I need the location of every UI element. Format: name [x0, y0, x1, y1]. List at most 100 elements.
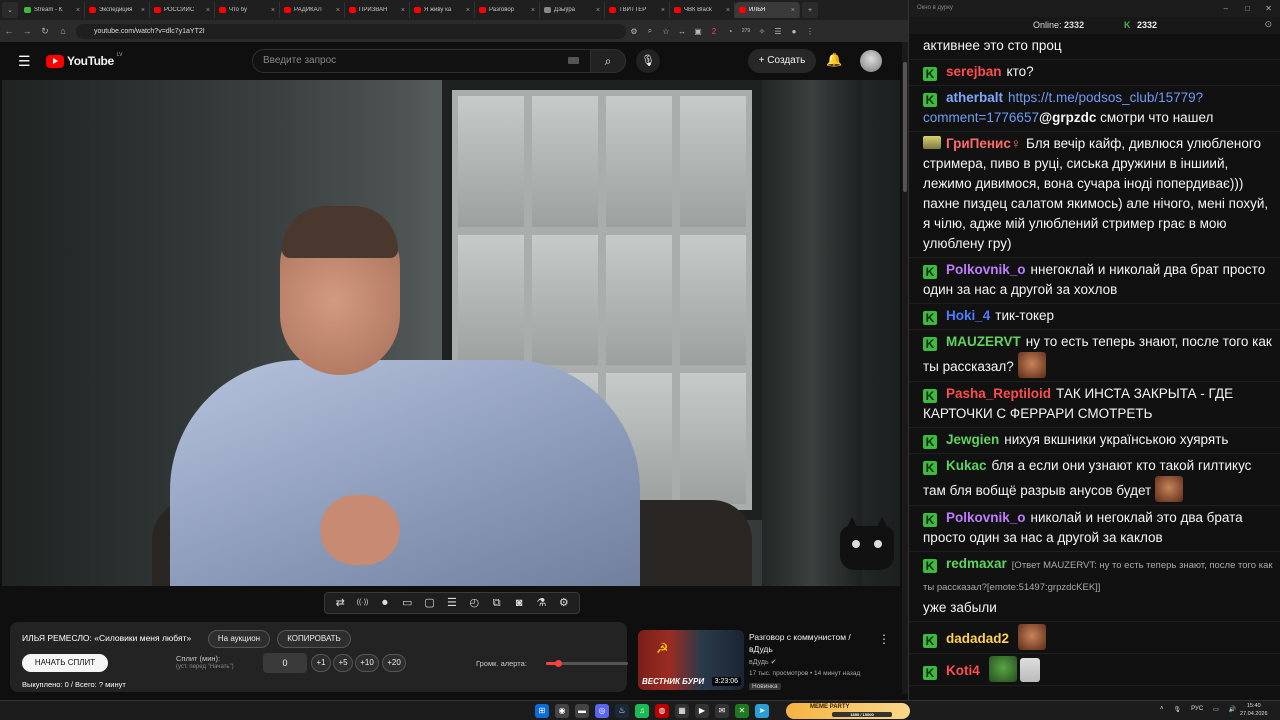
browser-tab[interactable]: ТВИТТЕР ×: [605, 2, 670, 18]
menu-dots-icon[interactable]: ⋮: [802, 27, 818, 36]
chat-username[interactable]: MAUZERVT: [946, 334, 1021, 349]
discord-icon[interactable]: ◎: [595, 704, 609, 718]
steam-icon[interactable]: ♨: [615, 704, 629, 718]
zoom-icon[interactable]: ⌕: [642, 26, 658, 36]
chat-username[interactable]: Polkovnik_o: [946, 510, 1026, 525]
mic-tray-icon[interactable]: 🎙: [1174, 706, 1182, 713]
clip-icon[interactable]: ▭: [400, 597, 415, 609]
tab-close-icon[interactable]: ×: [531, 7, 535, 14]
browser-tab[interactable]: Stream - K ×: [20, 2, 85, 18]
chat-username[interactable]: Hoki_4: [946, 308, 990, 323]
puzzle-icon[interactable]: ✧: [754, 27, 770, 36]
search-input[interactable]: Введите запрос: [252, 49, 592, 73]
telegram-icon[interactable]: ➤: [755, 704, 769, 718]
browser-tab[interactable]: Разговор ×: [475, 2, 540, 18]
sidebar-icon[interactable]: ☰: [770, 27, 786, 36]
chat-username[interactable]: dadadad2: [946, 631, 1009, 646]
new-tab-button[interactable]: +: [802, 2, 818, 18]
browser-tab[interactable]: РОССИЙС ×: [150, 2, 215, 18]
volume-icon[interactable]: 🔊: [1229, 706, 1236, 713]
channel-name[interactable]: вДудь ✔: [749, 658, 776, 666]
close-icon[interactable]: ✕: [1265, 0, 1272, 17]
tab-close-icon[interactable]: ×: [206, 7, 210, 14]
add-1-button[interactable]: +1: [311, 654, 331, 672]
browser-tab[interactable]: Экспедиция ×: [85, 2, 150, 18]
tab-close-icon[interactable]: ×: [76, 7, 80, 14]
auction-button[interactable]: На аукцион: [208, 630, 270, 648]
start-split-button[interactable]: НАЧАТЬ СПЛИТ: [22, 654, 108, 672]
broadcast-icon[interactable]: ((·)): [355, 597, 370, 609]
browser-tab[interactable]: Дзыўра ×: [540, 2, 605, 18]
back-icon[interactable]: ←: [0, 26, 18, 36]
start-icon[interactable]: ⊞: [535, 704, 549, 718]
chat-username[interactable]: atherbalt: [946, 90, 1003, 105]
network-icon[interactable]: ▭: [1213, 706, 1219, 713]
browser-tab[interactable]: ЧВК Black ×: [670, 2, 735, 18]
chat-username[interactable]: Polkovnik_o: [946, 262, 1026, 277]
tab-close-icon[interactable]: ×: [271, 7, 275, 14]
browser-tab[interactable]: ПРИЗВАН ×: [345, 2, 410, 18]
alert-volume-slider[interactable]: [546, 660, 628, 667]
tab-close-icon[interactable]: ×: [466, 7, 470, 14]
search-button[interactable]: ⌕: [590, 49, 626, 73]
chrome-icon[interactable]: ◉: [555, 704, 569, 718]
loop-icon[interactable]: ⇄: [333, 597, 348, 609]
tab-close-icon[interactable]: ×: [791, 7, 795, 14]
url-field[interactable]: youtube.com/watch?v=dlc7y1aYT2I: [76, 23, 626, 39]
recommended-title[interactable]: Разговор с коммунистом / вДудь: [749, 631, 873, 655]
reload-icon[interactable]: ↻: [36, 26, 54, 37]
pip-icon[interactable]: ⧉: [489, 597, 504, 609]
chat-username[interactable]: serejban: [946, 64, 1002, 79]
notifications-bell-icon[interactable]: 🔔: [826, 52, 842, 68]
screenshot-icon[interactable]: ◙: [512, 597, 527, 609]
avatar[interactable]: [860, 50, 882, 72]
extension-arrow-icon[interactable]: ↔: [674, 27, 690, 36]
browser-tab[interactable]: Что бу ×: [215, 2, 280, 18]
mail-icon[interactable]: ✉: [715, 704, 729, 718]
tab-close-icon[interactable]: ×: [661, 7, 665, 14]
bookmark-star-icon[interactable]: ☆: [658, 27, 674, 36]
tab-menu-button[interactable]: ⌄: [2, 2, 18, 18]
split-minutes-input[interactable]: 0: [263, 653, 307, 673]
chat-username[interactable]: Jewgien: [946, 432, 999, 447]
video-player[interactable]: [2, 80, 900, 586]
slider-knob[interactable]: [555, 660, 563, 667]
flask-icon[interactable]: ⚗: [534, 597, 549, 609]
add-10-button[interactable]: +10: [355, 654, 379, 672]
maximize-icon[interactable]: □: [1245, 0, 1250, 17]
subtitles-icon[interactable]: ☰: [444, 597, 459, 609]
chat-username[interactable]: Kukac: [946, 458, 987, 473]
extension-pie-icon[interactable]: ◔: [722, 27, 738, 36]
tab-close-icon[interactable]: ×: [596, 7, 600, 14]
xbox-icon[interactable]: ✕: [735, 704, 749, 718]
youtube-logo[interactable]: YouTube LV: [46, 52, 123, 68]
tab-close-icon[interactable]: ×: [336, 7, 340, 14]
chat-username[interactable]: ГриПенис♀: [946, 136, 1021, 151]
chat-username[interactable]: Pasha_Reptiloid: [946, 386, 1051, 401]
tray-chevron-icon[interactable]: ˄: [1160, 706, 1164, 713]
player-icon[interactable]: ▶: [695, 704, 709, 718]
screen-record-icon[interactable]: ⏺: [377, 597, 392, 609]
hamburger-menu-icon[interactable]: ☰: [18, 53, 32, 70]
voice-search-button[interactable]: 🎙: [636, 49, 660, 73]
tab-close-icon[interactable]: ×: [726, 7, 730, 14]
home-icon[interactable]: ⌂: [54, 26, 72, 36]
extension-icon[interactable]: ▣: [690, 27, 706, 36]
recommended-thumbnail[interactable]: ☭ ВЕСТНИК БУРИ 3:23:06: [638, 630, 744, 690]
meme-party-widget[interactable]: MEME PARTY 1850 / 15000: [786, 703, 910, 719]
obs-icon[interactable]: ◍: [655, 704, 669, 718]
add-5-button[interactable]: +5: [333, 654, 353, 672]
more-options-icon[interactable]: ⋮: [878, 632, 890, 646]
language-indicator[interactable]: РУС: [1191, 706, 1203, 713]
tab-close-icon[interactable]: ×: [401, 7, 405, 14]
tab-close-icon[interactable]: ×: [141, 7, 145, 14]
chat-username[interactable]: Koti4: [946, 663, 980, 678]
folder-icon[interactable]: ▬: [575, 704, 589, 718]
browser-tab[interactable]: РАДИКАЛ ×: [280, 2, 345, 18]
app-icon[interactable]: ▦: [675, 704, 689, 718]
chat-mention[interactable]: @grpzdc: [1039, 110, 1096, 125]
forward-icon[interactable]: →: [18, 26, 36, 36]
speed-icon[interactable]: ◴: [467, 597, 482, 609]
chat-settings-icon[interactable]: ⊙: [1264, 19, 1272, 30]
minimize-icon[interactable]: –: [1224, 0, 1228, 17]
